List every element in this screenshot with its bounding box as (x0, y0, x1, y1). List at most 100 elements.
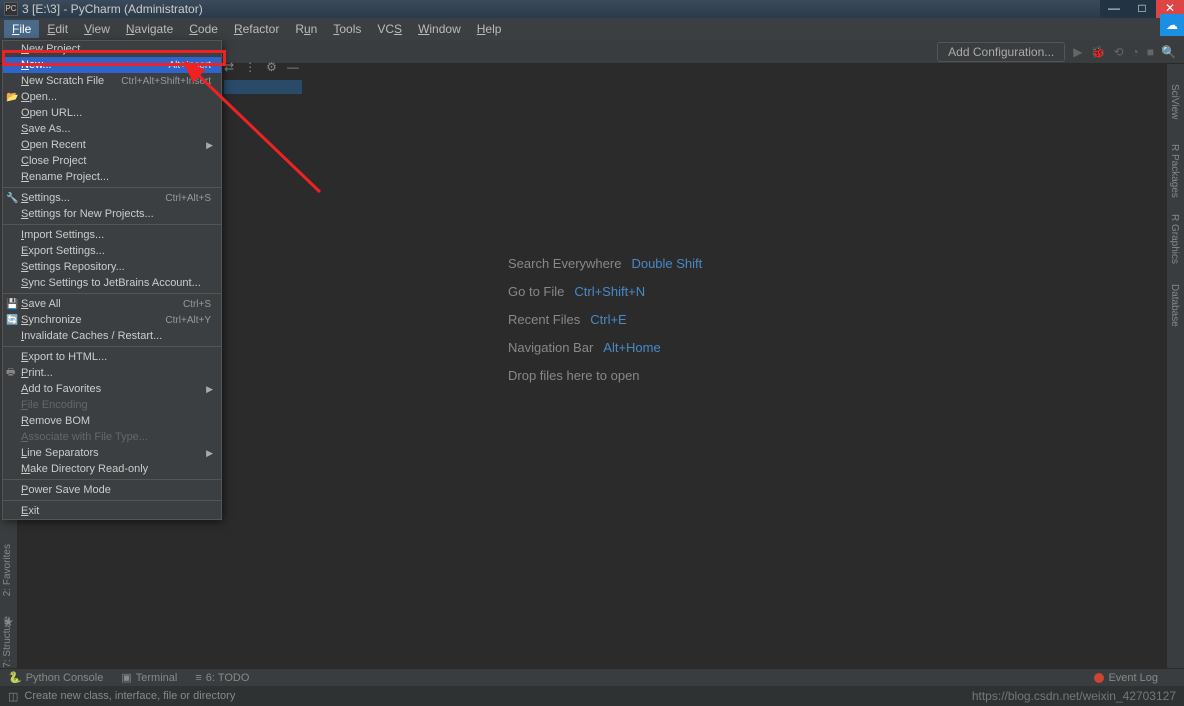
search-icon[interactable]: 🔍 (1161, 45, 1176, 59)
menu-item-label: Exit (21, 505, 39, 517)
menu-item-icon: 🔄 (6, 315, 18, 326)
todo-tab[interactable]: ≡6: TODO (195, 672, 249, 684)
menu-item-label: Make Directory Read-only (21, 463, 148, 475)
file-menu-item-sync-settings-to-jetbrains-account[interactable]: Sync Settings to JetBrains Account... (3, 275, 221, 291)
todo-icon: ≡ (195, 672, 201, 684)
file-menu-item-save-all[interactable]: 💾Save AllCtrl+S (3, 296, 221, 312)
menu-help[interactable]: Help (469, 20, 510, 38)
hint-recent-key: Ctrl+E (590, 312, 626, 327)
file-menu-item-rename-project[interactable]: Rename Project... (3, 169, 221, 185)
stop-icon[interactable]: ■ (1147, 45, 1154, 59)
hint-drop-label: Drop files here to open (508, 368, 640, 383)
menu-run[interactable]: Run (287, 20, 325, 38)
file-menu-item-export-to-html[interactable]: Export to HTML... (3, 349, 221, 365)
file-menu-dropdown: New Project... New...Alt+InsertNew Scratc… (2, 40, 222, 520)
file-menu-item-new-project[interactable]: New Project... (3, 41, 221, 57)
welcome-hints: Search EverywhereDouble Shift Go to File… (508, 256, 702, 383)
file-menu-item-open[interactable]: 📂Open... (3, 89, 221, 105)
profile-icon[interactable]: ◔ (1132, 45, 1139, 59)
menu-item-shortcut: Ctrl+Alt+Y (165, 315, 211, 326)
status-window-icon[interactable]: ◫ (8, 690, 18, 703)
file-menu-item-invalidate-caches-restart[interactable]: Invalidate Caches / Restart... (3, 328, 221, 344)
menu-item-icon: 🖶 (6, 365, 15, 382)
hint-gotofile-key: Ctrl+Shift+N (574, 284, 645, 299)
menu-edit[interactable]: Edit (39, 20, 76, 38)
file-menu-item-new[interactable]: New...Alt+Insert (3, 57, 221, 73)
menubar: File Edit View Navigate Code Refactor Ru… (0, 18, 1184, 40)
window-minimize-button[interactable]: — (1100, 0, 1128, 18)
menu-vcs[interactable]: VCS (369, 20, 410, 38)
hide-panel-icon[interactable]: — (287, 60, 299, 74)
file-menu-item-import-settings[interactable]: Import Settings... (3, 227, 221, 243)
menu-item-label: Synchronize (21, 314, 82, 326)
menu-item-label: New... (21, 59, 52, 71)
terminal-tab[interactable]: ▣Terminal (121, 671, 177, 684)
file-menu-item-settings[interactable]: 🔧Settings...Ctrl+Alt+S (3, 190, 221, 206)
menu-item-label: Close Project (21, 155, 86, 167)
hint-search-label: Search Everywhere (508, 256, 621, 271)
run-with-coverage-icon[interactable]: ⟲ (1113, 45, 1123, 59)
menu-item-icon: 🔧 (6, 193, 18, 204)
menu-item-label: Save As... (21, 123, 71, 135)
file-menu-item-add-to-favorites[interactable]: Add to Favorites▶ (3, 381, 221, 397)
watermark-text: https://blog.csdn.net/weixin_42703127 (972, 689, 1176, 703)
window-title: 3 [E:\3] - PyCharm (Administrator) (22, 2, 203, 16)
menu-item-label: Export Settings... (21, 245, 105, 257)
menu-item-shortcut: Ctrl+S (183, 299, 211, 310)
favorites-tab[interactable]: 2: Favorites (2, 544, 13, 596)
file-menu-item-remove-bom[interactable]: Remove BOM (3, 413, 221, 429)
menu-item-label: Save All (21, 298, 61, 310)
add-configuration-button[interactable]: Add Configuration... (937, 42, 1065, 62)
app-icon: PC (4, 2, 18, 16)
window-titlebar: PC 3 [E:\3] - PyCharm (Administrator) — … (0, 0, 1184, 18)
menu-item-label: New Project... (21, 43, 89, 55)
sciview-tab[interactable]: SciView (1169, 84, 1180, 119)
hint-navbar-label: Navigation Bar (508, 340, 593, 355)
run-icon[interactable]: ▶ (1073, 45, 1082, 59)
database-tab[interactable]: Database (1169, 284, 1180, 327)
file-menu-item-file-encoding[interactable]: File Encoding (3, 397, 221, 413)
menu-item-shortcut: Ctrl+Alt+Shift+Insert (121, 76, 211, 87)
rpackages-tab[interactable]: R Packages (1169, 144, 1180, 198)
file-menu-item-new-scratch-file[interactable]: New Scratch FileCtrl+Alt+Shift+Insert (3, 73, 221, 89)
rgraphics-tab[interactable]: R Graphics (1169, 214, 1180, 264)
event-log-tab[interactable]: Event Log (1094, 672, 1158, 684)
file-menu-item-exit[interactable]: Exit (3, 503, 221, 519)
menu-item-label: Remove BOM (21, 415, 90, 427)
menu-item-shortcut: Ctrl+Alt+S (165, 193, 211, 204)
file-menu-item-open-recent[interactable]: Open Recent▶ (3, 137, 221, 153)
structure-tab[interactable]: 7: Structure (2, 616, 13, 668)
menu-tools[interactable]: Tools (325, 20, 369, 38)
file-menu-item-power-save-mode[interactable]: Power Save Mode (3, 482, 221, 498)
collapse-icon[interactable]: ⋮ (244, 60, 256, 74)
debug-icon[interactable]: 🐞 (1090, 45, 1105, 59)
menu-window[interactable]: Window (410, 20, 469, 38)
file-menu-item-settings-for-new-projects[interactable]: Settings for New Projects... (3, 206, 221, 222)
menu-item-label: Print... (21, 367, 53, 379)
file-menu-item-synchronize[interactable]: 🔄Synchronize Ctrl+Alt+Y (3, 312, 221, 328)
file-menu-item-close-project[interactable]: Close Project (3, 153, 221, 169)
file-menu-item-associate-with-file-type[interactable]: Associate with File Type... (3, 429, 221, 445)
file-menu-item-open-url[interactable]: Open URL... (3, 105, 221, 121)
menu-navigate[interactable]: Navigate (118, 20, 181, 38)
settings-gear-icon[interactable]: ⚙ (266, 60, 277, 74)
file-menu-item-save-as[interactable]: Save As... (3, 121, 221, 137)
file-menu-item-line-separators[interactable]: Line Separators▶ (3, 445, 221, 461)
menu-item-label: Associate with File Type... (21, 431, 148, 443)
expand-icon[interactable]: ⇄ (224, 60, 234, 74)
python-console-tab[interactable]: 🐍Python Console (8, 671, 103, 684)
window-maximize-button[interactable]: □ (1128, 0, 1156, 18)
python-icon: 🐍 (8, 671, 22, 684)
menu-item-label: Settings for New Projects... (21, 208, 154, 220)
menu-view[interactable]: View (76, 20, 118, 38)
file-menu-item-make-directory-read-only[interactable]: Make Directory Read-only (3, 461, 221, 477)
file-menu-item-settings-repository[interactable]: Settings Repository... (3, 259, 221, 275)
file-menu-item-export-settings[interactable]: Export Settings... (3, 243, 221, 259)
cloud-sync-icon[interactable]: ☁ (1160, 14, 1184, 36)
menu-refactor[interactable]: Refactor (226, 20, 287, 38)
menu-file[interactable]: File (4, 20, 39, 38)
file-menu-item-print[interactable]: 🖶 Print... (3, 365, 221, 381)
menu-item-label: Import Settings... (21, 229, 104, 241)
right-tool-gutter: SciView R Packages R Graphics Database (1166, 64, 1184, 668)
menu-code[interactable]: Code (181, 20, 226, 38)
